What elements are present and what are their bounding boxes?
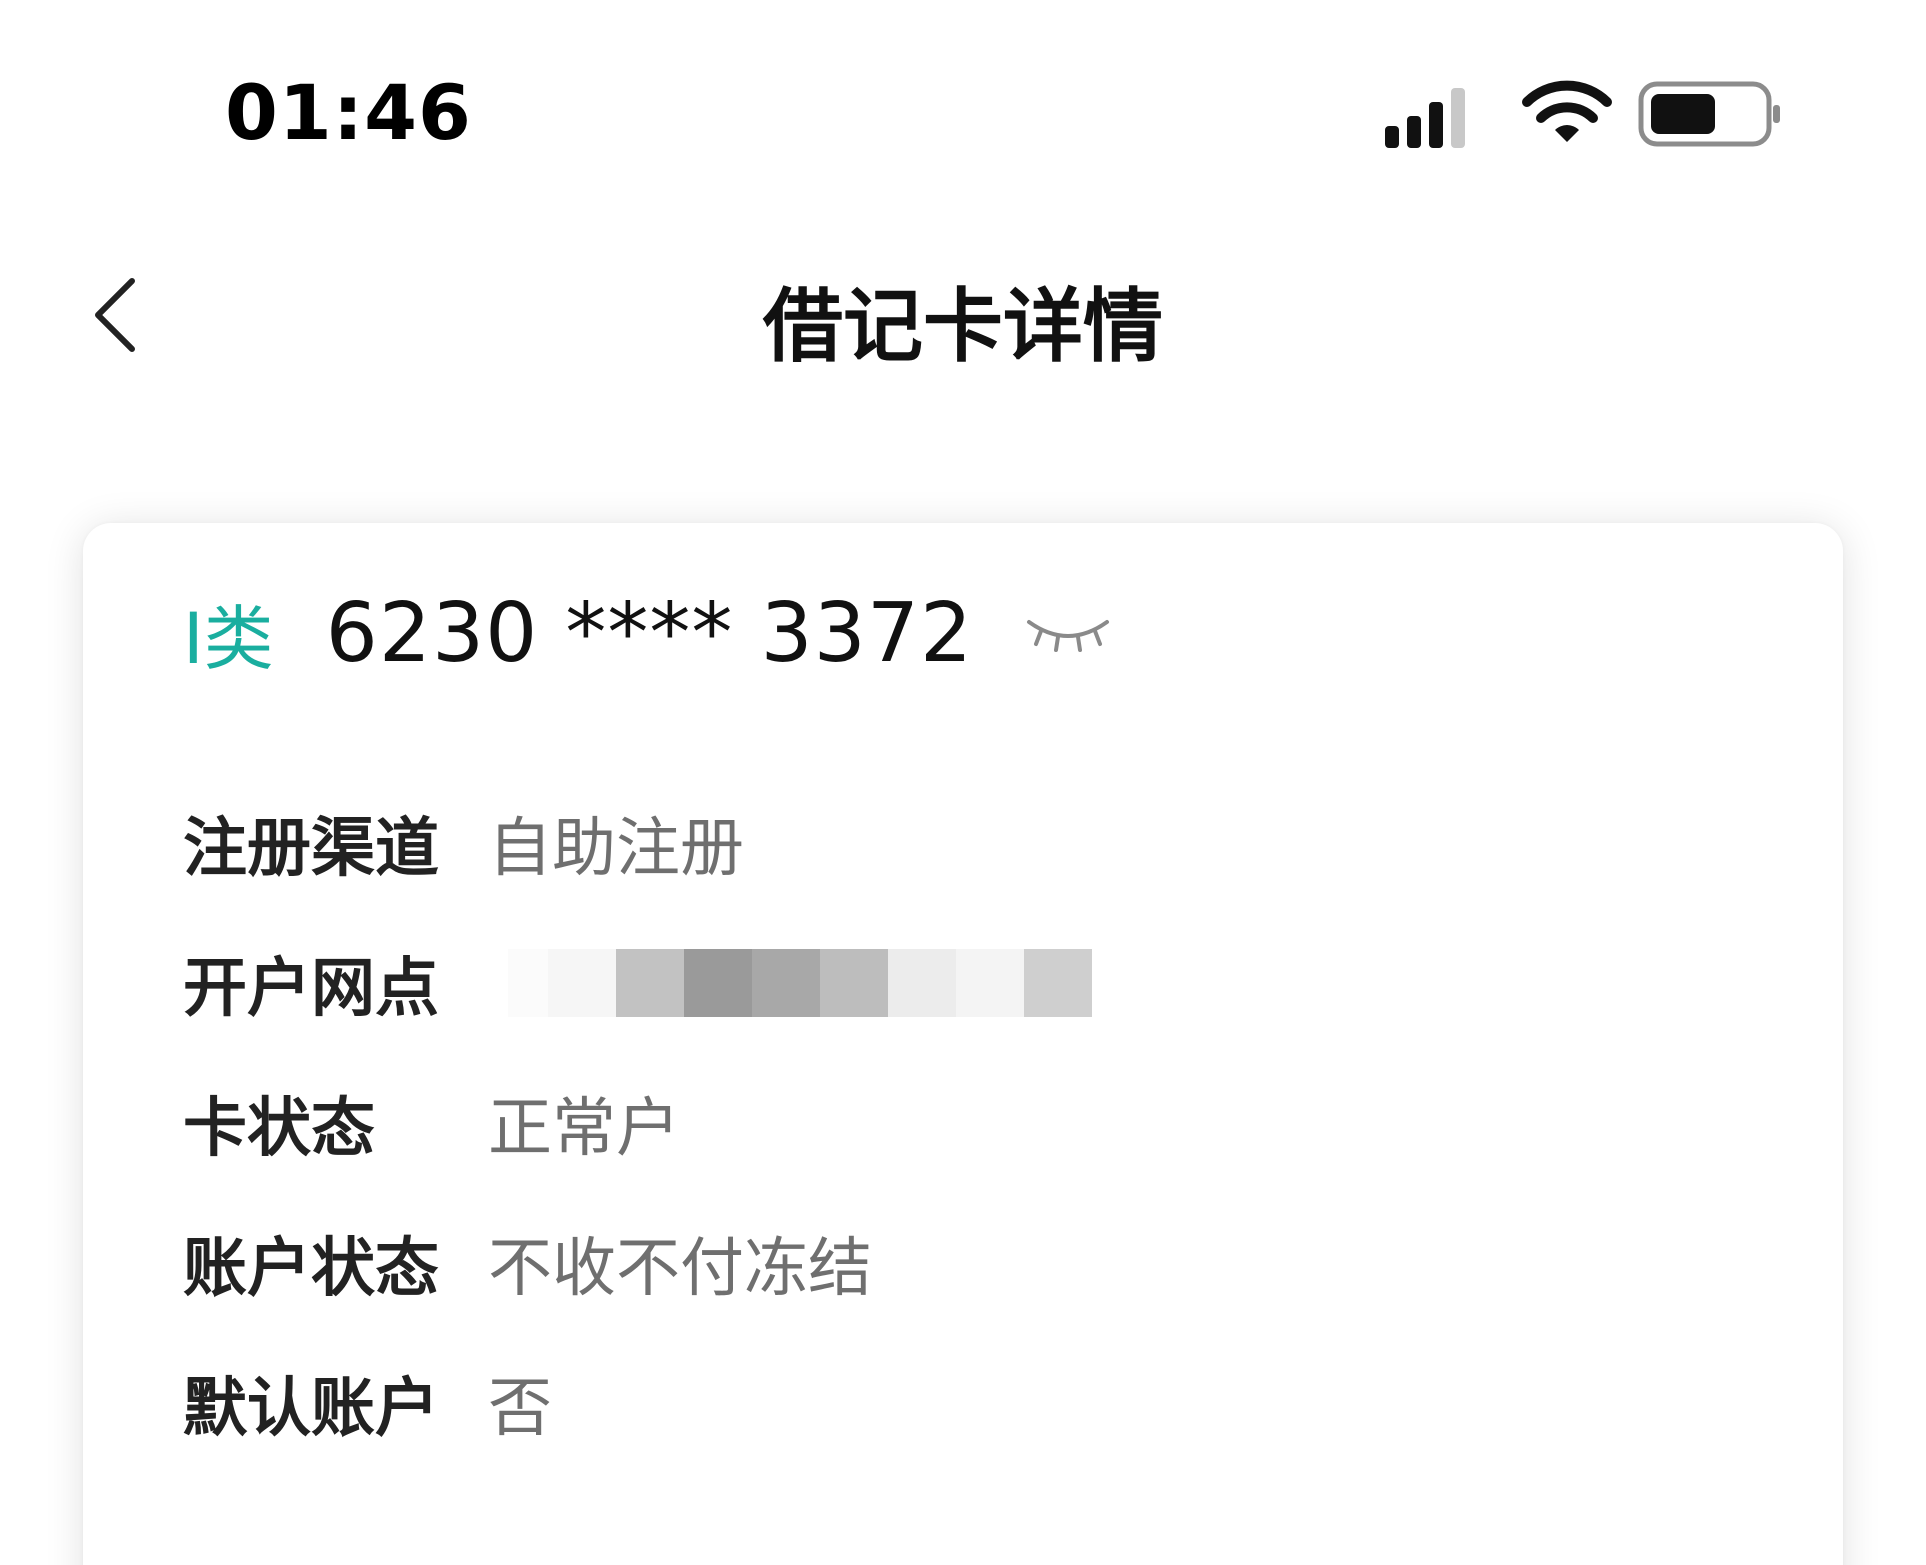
card-detail-list: 注册渠道 自助注册 开户网点 卡状态 正常户 账户状态 不收不付冻结 默认账户 … (183, 773, 1683, 1473)
battery-icon (1638, 81, 1780, 147)
detail-value: 不收不付冻结 (488, 1232, 872, 1306)
detail-value: 否 (488, 1372, 552, 1446)
detail-row-card-status: 卡状态 正常户 (183, 1053, 1683, 1193)
detail-label: 默认账户 (183, 1372, 439, 1446)
page-title: 借记卡详情 (763, 280, 1163, 373)
detail-label: 开户网点 (183, 952, 439, 1026)
debit-card-detail-screen: 01:46 借记卡详情 I类 6230 **** 3372 注册渠道 自助注册 … (0, 0, 1926, 1565)
detail-value: 正常户 (488, 1092, 680, 1166)
detail-row-account-status: 账户状态 不收不付冻结 (183, 1193, 1683, 1333)
debit-card-panel: I类 6230 **** 3372 注册渠道 自助注册 开户网点 卡状态 正常户… (83, 523, 1843, 1565)
cellular-signal-icon (1385, 88, 1465, 148)
detail-row-default-account: 默认账户 否 (183, 1333, 1683, 1473)
card-class-badge: I类 (183, 597, 274, 680)
detail-row-opening-branch: 开户网点 (183, 913, 1683, 1053)
card-number: 6230 **** 3372 (325, 585, 974, 681)
detail-row-registration-channel: 注册渠道 自助注册 (183, 773, 1683, 913)
status-time: 01:46 (225, 68, 472, 157)
status-icons (1385, 78, 1785, 158)
wifi-icon (1522, 80, 1612, 142)
detail-label: 卡状态 (183, 1092, 375, 1166)
eye-closed-icon (1027, 620, 1110, 652)
redacted-branch-value (508, 949, 1092, 1017)
toggle-card-number-visibility-button[interactable] (1025, 611, 1115, 661)
detail-label: 注册渠道 (183, 812, 439, 886)
detail-label: 账户状态 (183, 1232, 439, 1306)
detail-value: 自助注册 (488, 812, 744, 886)
card-header: I类 6230 **** 3372 (183, 583, 1115, 683)
